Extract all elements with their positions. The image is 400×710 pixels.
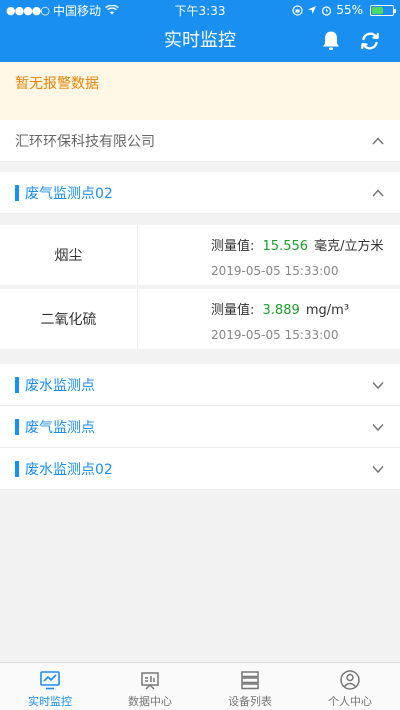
group-name: 废水监测点 — [25, 377, 95, 394]
chevron-down-icon — [372, 423, 384, 431]
tab-realtime-monitor[interactable]: 实时监控 — [0, 663, 100, 710]
group-marker — [15, 460, 19, 477]
group-name: 废气监测点 — [25, 419, 95, 436]
tab-device-list[interactable]: 设备列表 — [200, 663, 300, 710]
signal-icon: ●●●●○ — [6, 3, 50, 17]
group-name: 废水监测点02 — [25, 461, 113, 478]
group-header-exhaust[interactable]: 废气监测点 — [0, 406, 400, 448]
status-bar: ●●●●○ 中国移动 下午3:33 55% — [0, 0, 400, 20]
tab-label: 设备列表 — [228, 695, 272, 708]
measure-time: 2019-05-05 15:33:00 — [211, 328, 339, 342]
company-header[interactable]: 汇环环保科技有限公司 — [0, 120, 400, 162]
carrier-label: 中国移动 — [53, 3, 102, 18]
alarm-message: 暂无报警数据 — [15, 76, 99, 92]
wifi-icon — [105, 5, 119, 15]
measure-unit: 毫克/立方米 — [314, 239, 384, 254]
measure-unit: mg/m³ — [305, 303, 350, 318]
measure-value: 15.556 — [262, 239, 309, 254]
lock-rotation-icon — [292, 4, 303, 16]
chevron-up-icon — [372, 188, 384, 197]
refresh-button[interactable] — [357, 28, 383, 54]
user-icon — [340, 670, 360, 690]
bell-button[interactable] — [318, 28, 344, 54]
chevron-down-icon — [372, 465, 384, 473]
group-marker — [15, 184, 19, 201]
pollutant-name: 二氧化硫 — [0, 289, 138, 349]
tab-bar: 实时监控 数据中心 设备列表 个人中心 — [0, 662, 400, 710]
group-name: 废气监测点02 — [25, 185, 113, 202]
tab-label: 数据中心 — [128, 695, 172, 708]
group-marker — [15, 418, 19, 435]
chevron-up-icon — [372, 136, 384, 145]
alarm-clock-icon — [322, 5, 332, 16]
nav-bar: 实时监控 — [0, 20, 400, 62]
measure-label: 测量值: — [211, 239, 255, 254]
tab-data-center[interactable]: 数据中心 — [100, 663, 200, 710]
location-icon — [308, 6, 317, 14]
server-list-icon — [241, 671, 259, 690]
measure-value: 3.889 — [262, 303, 300, 318]
bell-icon — [323, 31, 339, 50]
group-marker — [15, 376, 19, 393]
refresh-icon — [361, 32, 379, 50]
group-header-exhaust-02[interactable]: 废气监测点02 — [0, 172, 400, 214]
pollutant-name: 烟尘 — [0, 225, 138, 285]
tab-personal-center[interactable]: 个人中心 — [300, 663, 400, 710]
tab-label: 个人中心 — [328, 695, 372, 708]
group-header-wastewater[interactable]: 废水监测点 — [0, 364, 400, 406]
battery-percent: 55% — [336, 3, 363, 17]
battery-icon — [370, 4, 396, 16]
company-name: 汇环环保科技有限公司 — [15, 133, 155, 150]
measurement-row: 烟尘 测量值: 15.556 毫克/立方米 2019-05-05 15:33:0… — [0, 225, 400, 285]
measure-label: 测量值: — [211, 303, 255, 318]
group-header-wastewater-02[interactable]: 废水监测点02 — [0, 448, 400, 490]
tab-label: 实时监控 — [28, 695, 72, 708]
measure-time: 2019-05-05 15:33:00 — [211, 264, 339, 278]
alarm-banner: 暂无报警数据 — [0, 62, 400, 120]
monitor-icon — [40, 671, 60, 690]
chevron-down-icon — [372, 381, 384, 389]
measurement-row: 二氧化硫 测量值: 3.889 mg/m³ 2019-05-05 15:33:0… — [0, 289, 400, 349]
chart-board-icon — [141, 672, 159, 690]
